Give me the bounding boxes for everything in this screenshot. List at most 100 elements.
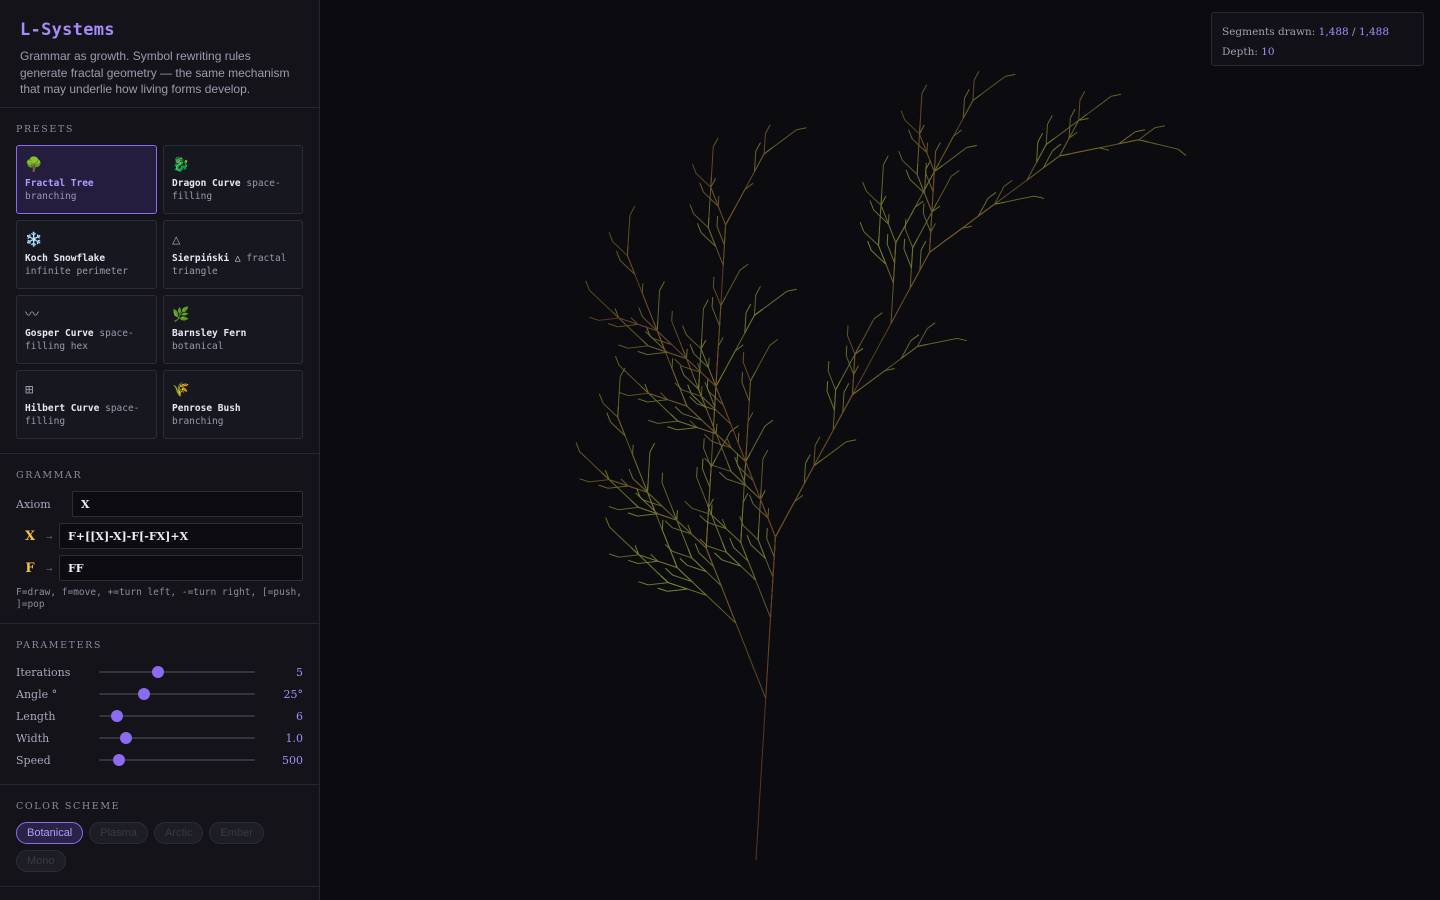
preset-card[interactable]: ⊞ Hilbert Curve space-filling: [16, 370, 157, 439]
preset-card[interactable]: 〰 Gosper Curve space-filling hex: [16, 295, 157, 364]
branch-segment: [805, 454, 811, 464]
branch-segment: [1003, 179, 1013, 187]
slider-thumb[interactable]: [119, 732, 132, 744]
branch-segment: [908, 129, 913, 140]
branch-segment: [700, 232, 709, 240]
branch-segment: [827, 370, 833, 381]
branch-segment: [712, 276, 715, 287]
preset-card[interactable]: 🌿 Barnsley Fern botanical: [163, 295, 303, 364]
branch-segment: [747, 561, 753, 571]
branch-segment: [648, 583, 659, 586]
branch-segment: [757, 539, 763, 550]
branch-segment: [632, 444, 634, 455]
branch-segment: [892, 272, 895, 284]
branch-segment: [723, 234, 726, 246]
branch-segment: [647, 560, 659, 563]
branch-segment: [653, 568, 662, 577]
slider-thumb[interactable]: [113, 754, 126, 766]
branch-segment: [741, 382, 747, 392]
branch-segment: [957, 118, 964, 128]
branch-segment: [656, 320, 659, 331]
branch-segment: [878, 235, 880, 246]
branch-segment: [661, 505, 670, 514]
parameter-slider[interactable]: [99, 731, 255, 745]
parameter-slider[interactable]: [99, 753, 255, 767]
branch-segment: [619, 248, 628, 256]
branch-segment: [687, 588, 698, 593]
branch-segment: [1046, 124, 1048, 135]
branch-segment: [774, 536, 776, 548]
branch-segment: [835, 380, 841, 391]
branch-segment: [742, 361, 748, 372]
branch-segment: [658, 290, 661, 301]
branch-segment: [754, 308, 763, 316]
parameter-slider[interactable]: [99, 709, 255, 723]
branch-segment: [925, 172, 930, 183]
branch-segment: [657, 587, 668, 592]
slider-thumb[interactable]: [151, 666, 164, 678]
slider-thumb[interactable]: [110, 710, 123, 722]
branch-segment: [1089, 147, 1100, 151]
branch-segment: [717, 195, 720, 207]
preset-card[interactable]: △ Sierpiński △ fractal triangle: [163, 220, 303, 289]
branch-segment: [691, 581, 700, 589]
branch-segment: [843, 383, 850, 393]
branch-segment: [662, 406, 671, 415]
branch-segment: [765, 678, 768, 689]
branch-segment: [638, 307, 643, 318]
branch-segment: [938, 153, 945, 163]
branch-segment: [649, 311, 654, 322]
branch-segment: [661, 519, 664, 531]
slider-thumb[interactable]: [138, 688, 151, 700]
branch-segment: [1037, 132, 1044, 143]
rule-row-x: X →: [16, 523, 303, 549]
branch-segment: [881, 184, 883, 196]
branch-segment: [1094, 101, 1104, 109]
color-scheme-chip[interactable]: Plasma: [89, 822, 148, 844]
depth-value: 10: [1261, 46, 1275, 58]
branch-segment: [667, 351, 678, 356]
parameter-row: Speed 500: [16, 749, 303, 771]
preset-card[interactable]: ❄️ Koch Snowflake infinite perimeter: [16, 220, 157, 289]
branch-segment: [789, 501, 796, 511]
branch-segment: [627, 323, 639, 327]
axiom-input[interactable]: [72, 491, 303, 517]
color-scheme-chip[interactable]: Botanical: [16, 822, 84, 844]
branch-segment: [664, 520, 673, 529]
branch-segment: [920, 103, 922, 114]
stats-panel: Segments drawn: 1,488 / 1,488 Depth: 10: [1211, 12, 1424, 66]
color-scheme-chip[interactable]: Arctic: [153, 822, 204, 844]
color-scheme-chip[interactable]: Ember: [209, 822, 264, 844]
branch-segment: [700, 348, 706, 359]
branch-segment: [866, 358, 873, 369]
branch-segment: [710, 457, 713, 468]
preset-card[interactable]: 🌾 Penrose Bush branching: [163, 370, 303, 439]
branch-segment: [922, 213, 928, 223]
branch-segment: [762, 728, 765, 739]
branch-segment: [956, 337, 968, 342]
parameter-slider[interactable]: [99, 665, 255, 679]
parameter-slider[interactable]: [99, 687, 255, 701]
branch-segment: [712, 137, 719, 148]
branch-segment: [980, 88, 990, 95]
branch-segment: [1040, 144, 1047, 154]
branch-segment: [905, 215, 911, 226]
branch-segment: [710, 167, 713, 178]
branch-segment: [703, 299, 709, 309]
preset-card[interactable]: 🐉 Dragon Curve space-filling: [163, 145, 303, 214]
render-canvas[interactable]: [321, 0, 1440, 900]
preset-card[interactable]: 🌳 Fractal Tree branching: [16, 145, 157, 214]
rule-input-x[interactable]: [59, 523, 303, 549]
rule-input-f[interactable]: [59, 555, 303, 581]
branch-segment: [589, 289, 598, 298]
branch-segment: [608, 486, 619, 489]
branch-segment: [929, 245, 938, 253]
branch-segment: [683, 538, 689, 549]
branch-segment: [912, 238, 918, 248]
branch-segment: [594, 465, 603, 473]
branch-segment: [739, 632, 744, 643]
color-scheme-chip[interactable]: Mono: [16, 850, 66, 872]
branch-segment: [657, 560, 668, 565]
branch-segment: [926, 142, 928, 153]
branch-segment: [708, 414, 714, 425]
